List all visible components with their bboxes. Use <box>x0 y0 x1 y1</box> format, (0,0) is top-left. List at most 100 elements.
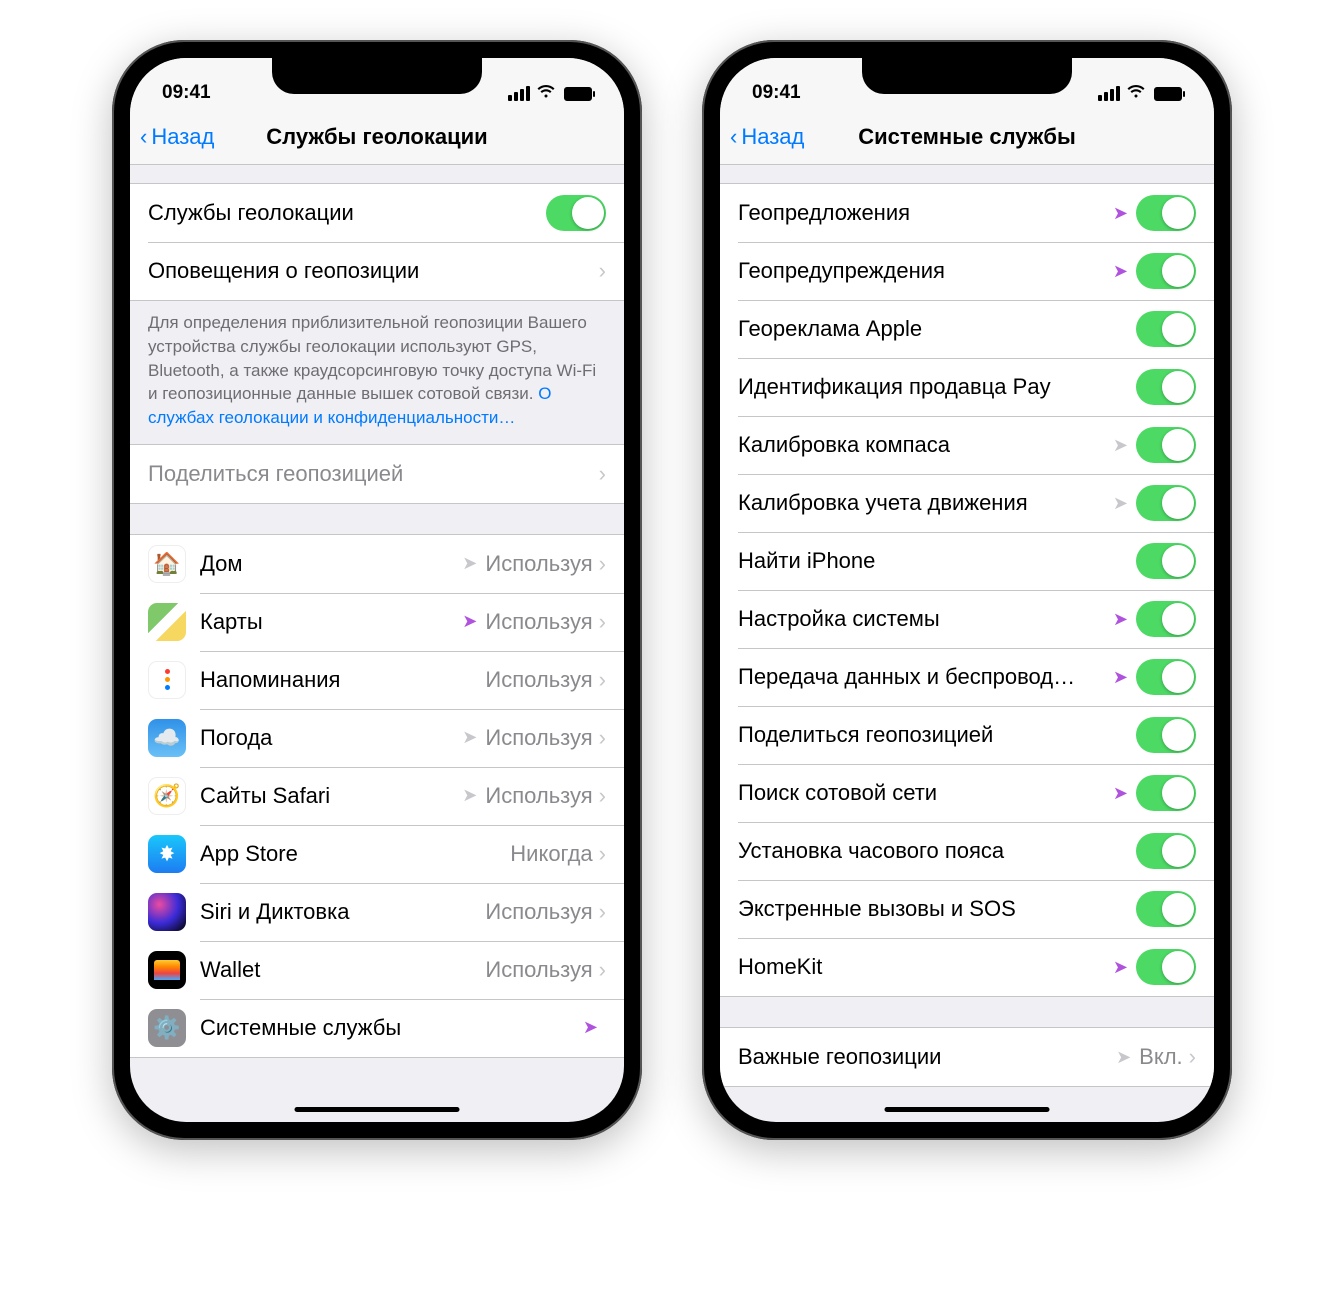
cell-label: Поделиться геопозицией <box>148 461 599 487</box>
chevron-right-icon: › <box>599 461 606 487</box>
toggle-switch[interactable] <box>1136 833 1196 869</box>
cell-system-service[interactable]: Геопредложения ➤ <box>720 184 1214 242</box>
cell-location-alerts[interactable]: Оповещения о геопозиции › <box>130 242 624 300</box>
cell-system-service[interactable]: Настройка системы ➤ <box>720 590 1214 648</box>
app-name: Напоминания <box>200 667 485 693</box>
cell-app-maps[interactable]: Карты ➤Используя› <box>130 593 624 651</box>
toggle-switch[interactable] <box>1136 891 1196 927</box>
notch <box>862 58 1072 94</box>
toggle-switch[interactable] <box>1136 949 1196 985</box>
toggle-switch[interactable] <box>1136 485 1196 521</box>
location-arrow-icon: ➤ <box>1113 609 1128 630</box>
chevron-right-icon: › <box>599 609 606 635</box>
cell-system-service[interactable]: Калибровка учета движения ➤ <box>720 474 1214 532</box>
location-arrow-icon: ➤ <box>462 611 477 632</box>
service-label: Калибровка компаса <box>738 432 1113 458</box>
wifi-icon <box>1126 83 1146 104</box>
chevron-right-icon: › <box>1189 1044 1196 1070</box>
cell-location-services-toggle[interactable]: Службы геолокации <box>130 184 624 242</box>
battery-icon <box>564 87 592 101</box>
cell-status: Используя <box>485 783 592 809</box>
chevron-left-icon: ‹ <box>140 124 147 150</box>
group-system-toggles: Геопредложения ➤ Геопредупреждения ➤ Гео… <box>720 183 1214 997</box>
cell-app-siri[interactable]: Siri и Диктовка Используя › <box>130 883 624 941</box>
cell-system-service[interactable]: Найти iPhone <box>720 532 1214 590</box>
back-button[interactable]: ‹ Назад <box>130 124 214 150</box>
status-time: 09:41 <box>162 82 211 104</box>
cell-system-service[interactable]: Поделиться геопозицией <box>720 706 1214 764</box>
appstore-icon <box>148 835 186 873</box>
chevron-right-icon: › <box>599 957 606 983</box>
service-label: Геореклама Apple <box>738 316 1136 342</box>
cell-system-service[interactable]: Геореклама Apple <box>720 300 1214 358</box>
app-name: App Store <box>200 841 510 867</box>
cell-system-service[interactable]: Геопредупреждения ➤ <box>720 242 1214 300</box>
cell-signal-icon <box>1098 86 1120 101</box>
location-arrow-icon: ➤ <box>1113 667 1128 688</box>
cell-system-service[interactable]: Калибровка компаса ➤ <box>720 416 1214 474</box>
toggle-switch[interactable] <box>1136 427 1196 463</box>
cell-system-service[interactable]: Поиск сотовой сети ➤ <box>720 764 1214 822</box>
footer-description: Для определения приблизительной геопозиц… <box>130 301 624 444</box>
cell-app-wallet[interactable]: Wallet Используя› <box>130 941 624 999</box>
cell-app-appstore[interactable]: App Store Никогда› <box>130 825 624 883</box>
cell-status: Используя <box>485 609 592 635</box>
toggle-switch[interactable] <box>1136 601 1196 637</box>
content-area[interactable]: Геопредложения ➤ Геопредупреждения ➤ Гео… <box>720 165 1214 1122</box>
weather-icon: ☁️ <box>148 719 186 757</box>
cell-status: Используя <box>485 957 592 983</box>
cell-system-service[interactable]: Установка часового пояса <box>720 822 1214 880</box>
cell-app-home[interactable]: 🏠 Дом ➤Используя› <box>130 535 624 593</box>
group-share: Поделиться геопозицией › <box>130 444 624 504</box>
toggle-switch[interactable] <box>1136 311 1196 347</box>
chevron-right-icon: › <box>599 899 606 925</box>
chevron-right-icon: › <box>599 783 606 809</box>
cell-system-service[interactable]: Идентификация продавца Pay <box>720 358 1214 416</box>
toggle-switch[interactable] <box>1136 195 1196 231</box>
nav-bar: ‹ Назад Системные службы <box>720 110 1214 165</box>
location-arrow-icon: ➤ <box>1113 783 1128 804</box>
home-indicator[interactable] <box>885 1107 1050 1112</box>
service-label: Передача данных и беспровод… <box>738 664 1113 690</box>
cell-app-safari[interactable]: 🧭 Сайты Safari ➤Используя› <box>130 767 624 825</box>
cell-status: Используя <box>485 899 592 925</box>
cell-system-service[interactable]: Экстренные вызовы и SOS <box>720 880 1214 938</box>
cell-app-system[interactable]: ⚙️ Системные службы ➤ <box>130 999 624 1057</box>
back-label: Назад <box>151 124 214 150</box>
toggle-switch[interactable] <box>1136 543 1196 579</box>
cell-system-service[interactable]: HomeKit ➤ <box>720 938 1214 996</box>
toggle-switch[interactable] <box>1136 369 1196 405</box>
toggle-switch[interactable] <box>546 195 606 231</box>
status-indicators <box>508 83 592 104</box>
notch <box>272 58 482 94</box>
cell-share-location[interactable]: Поделиться геопозицией › <box>130 445 624 503</box>
service-label: Поиск сотовой сети <box>738 780 1113 806</box>
cell-status: Используя <box>485 551 592 577</box>
content-area[interactable]: Службы геолокации Оповещения о геопозици… <box>130 165 624 1122</box>
service-label: Экстренные вызовы и SOS <box>738 896 1136 922</box>
toggle-switch[interactable] <box>1136 775 1196 811</box>
app-name: Системные службы <box>200 1015 583 1041</box>
battery-icon <box>1154 87 1182 101</box>
cell-significant-locations[interactable]: Важные геопозиции ➤ Вкл. › <box>720 1028 1214 1086</box>
cell-value: Вкл. <box>1139 1044 1183 1070</box>
back-button[interactable]: ‹ Назад <box>720 124 804 150</box>
toggle-switch[interactable] <box>1136 659 1196 695</box>
cell-app-reminders[interactable]: Напоминания Используя› <box>130 651 624 709</box>
toggle-switch[interactable] <box>1136 717 1196 753</box>
app-name: Siri и Диктовка <box>200 899 485 925</box>
location-arrow-icon: ➤ <box>462 785 477 806</box>
location-arrow-icon: ➤ <box>1113 957 1128 978</box>
cell-app-weather[interactable]: ☁️ Погода ➤Используя› <box>130 709 624 767</box>
wifi-icon <box>536 83 556 104</box>
group-main: Службы геолокации Оповещения о геопозици… <box>130 183 624 301</box>
cell-status: Используя <box>485 667 592 693</box>
footer-body: Для определения приблизительной геопозиц… <box>148 313 596 403</box>
toggle-switch[interactable] <box>1136 253 1196 289</box>
home-indicator[interactable] <box>295 1107 460 1112</box>
service-label: Калибровка учета движения <box>738 490 1113 516</box>
siri-icon <box>148 893 186 931</box>
group-significant: Важные геопозиции ➤ Вкл. › <box>720 1027 1214 1087</box>
cell-system-service[interactable]: Передача данных и беспровод… ➤ <box>720 648 1214 706</box>
cell-label: Оповещения о геопозиции <box>148 258 599 284</box>
